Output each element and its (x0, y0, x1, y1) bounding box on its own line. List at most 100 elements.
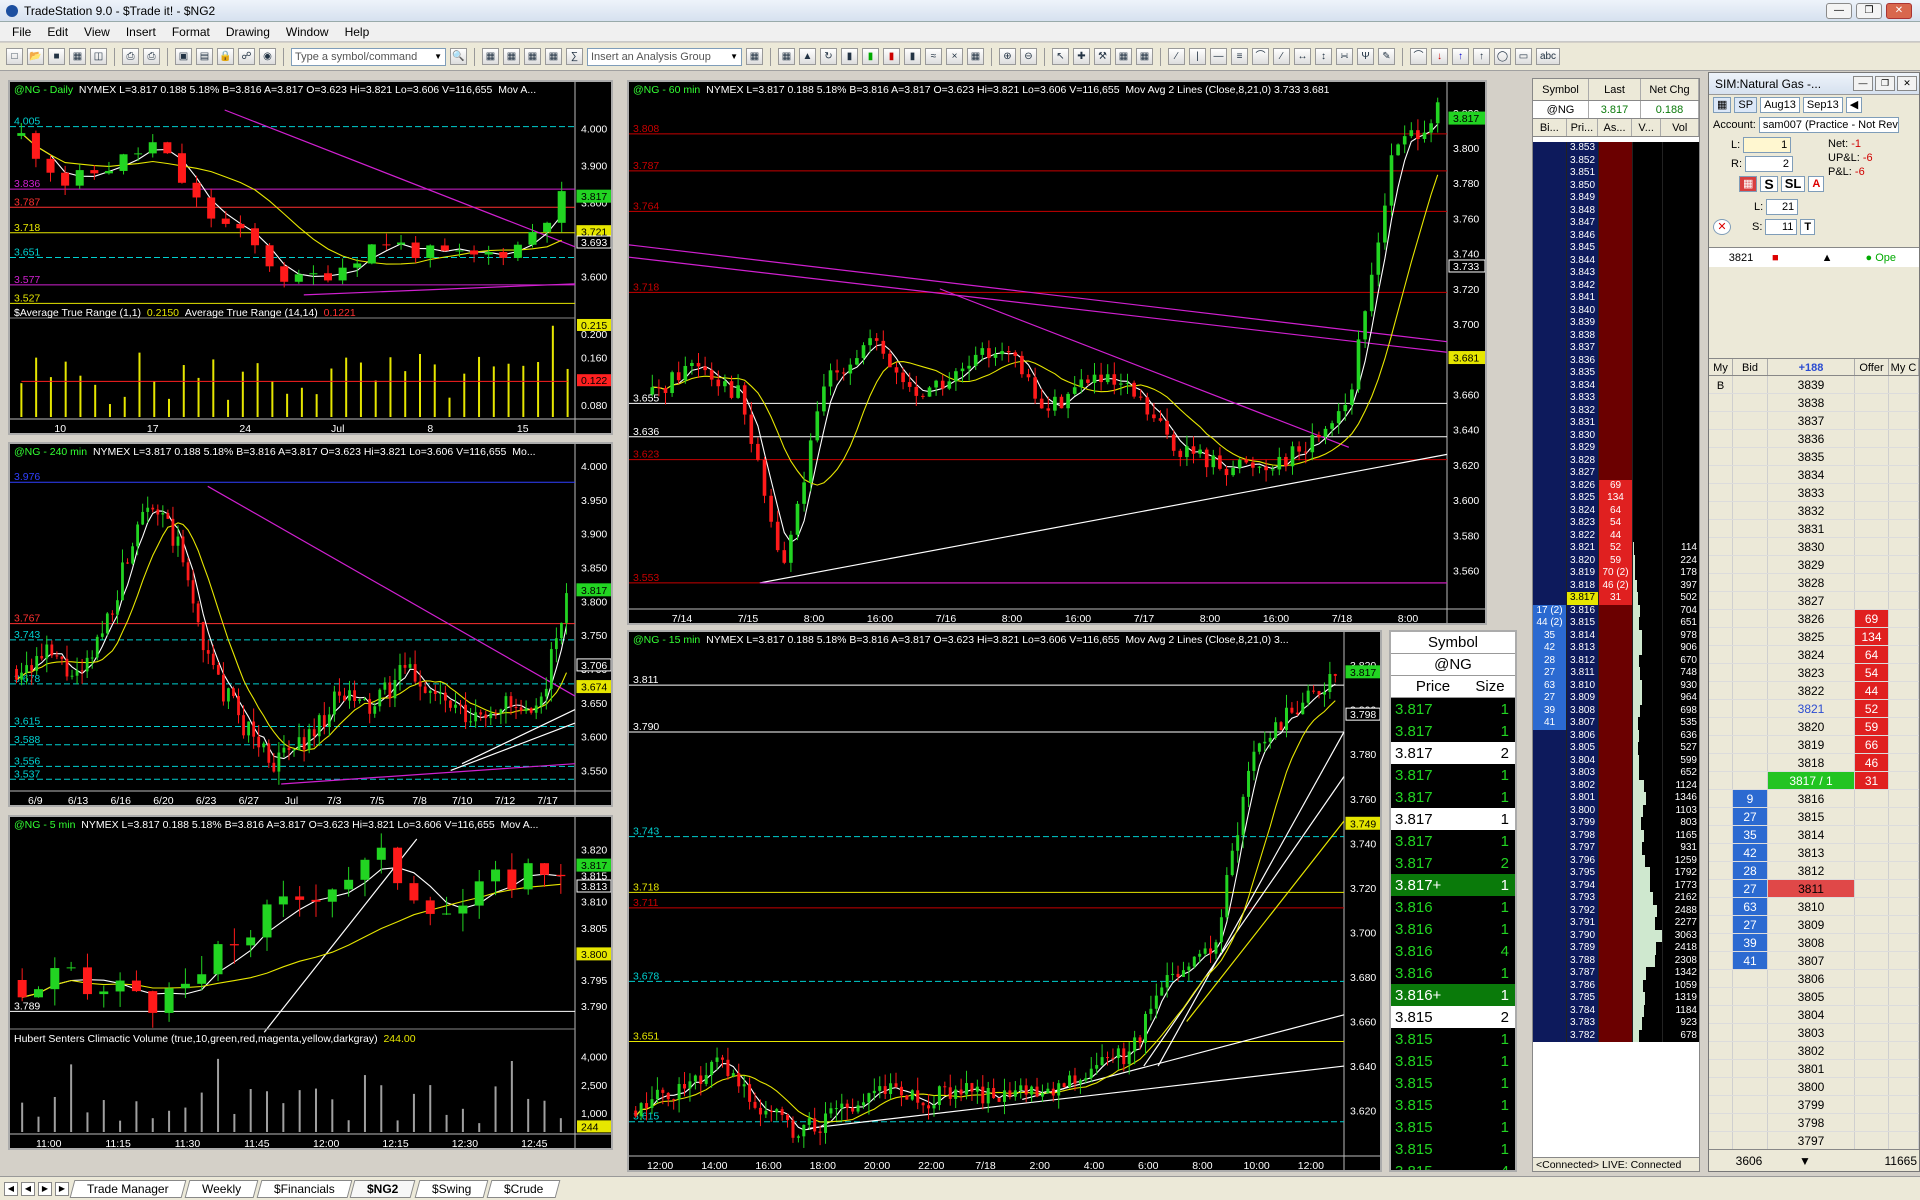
md-row[interactable]: 3.830 (1533, 429, 1699, 442)
ladder-mybid[interactable] (1709, 772, 1733, 789)
chart-60min[interactable]: 3.8203.8003.7803.7603.7403.7203.7003.680… (627, 80, 1487, 625)
ladder-bid[interactable]: 41 (1733, 952, 1768, 969)
md-row[interactable]: 3.787 1342 (1533, 967, 1699, 980)
ladder-myoffer[interactable] (1889, 700, 1919, 717)
md-row[interactable]: 3.823 54 (1533, 517, 1699, 530)
ladder-bid[interactable] (1733, 1006, 1768, 1023)
ladder-mybid[interactable] (1709, 1042, 1733, 1059)
ladder-mybid[interactable] (1709, 484, 1733, 501)
ladder-price[interactable]: 3814 (1768, 826, 1855, 843)
ladder-mybid[interactable] (1709, 394, 1733, 411)
lock-icon[interactable]: 🔒 (217, 48, 234, 65)
ladder-bid[interactable] (1733, 574, 1768, 591)
ellipse-icon[interactable]: ◯ (1494, 48, 1511, 65)
md-row[interactable]: 3.789 2418 (1533, 942, 1699, 955)
chart-daily-canvas[interactable]: 4.0003.9003.8003.7003.6004.0053.8363.787… (10, 82, 613, 435)
md-row[interactable]: 3.799 803 (1533, 817, 1699, 830)
radar-icon[interactable]: ▦ (503, 48, 520, 65)
ladder-row[interactable]: 3823 54 (1709, 664, 1919, 682)
tab-crude[interactable]: $Crude (486, 1179, 561, 1198)
ladder-price[interactable]: 3832 (1768, 502, 1855, 519)
channel-icon[interactable]: ∕ (1273, 48, 1290, 65)
print-icon[interactable]: ⎙ (122, 48, 139, 65)
ladder-mybid[interactable] (1709, 826, 1733, 843)
trendline-icon[interactable]: ∕ (1168, 48, 1185, 65)
ladder-offer[interactable] (1855, 1024, 1889, 1041)
pen-icon[interactable]: ✎ (1378, 48, 1395, 65)
ladder-offer[interactable] (1855, 592, 1889, 609)
md-row[interactable]: 42 3.813 906 (1533, 642, 1699, 655)
ladder-price[interactable]: 3836 (1768, 430, 1855, 447)
md-row[interactable]: 3.784 1184 (1533, 1004, 1699, 1017)
candle-green-icon[interactable]: ▮ (862, 48, 879, 65)
ladder-row[interactable]: 63 3810 (1709, 898, 1919, 916)
ladder-mybid[interactable] (1709, 952, 1733, 969)
ladder-offer[interactable] (1855, 394, 1889, 411)
matrix-scroll-right-icon[interactable]: ◀ (1845, 97, 1863, 113)
ladder-offer[interactable] (1855, 1096, 1889, 1113)
md-row[interactable]: 44 (2) 3.815 651 (1533, 617, 1699, 630)
ladder-myoffer[interactable] (1889, 412, 1919, 429)
ladder-mybid[interactable] (1709, 844, 1733, 861)
ladder-row[interactable]: 3800 (1709, 1078, 1919, 1096)
ladder-offer[interactable] (1855, 934, 1889, 951)
matrix-l2-input[interactable]: 21 (1766, 199, 1799, 215)
ladder-row[interactable]: 3822 44 (1709, 682, 1919, 700)
ladder-bid[interactable] (1733, 682, 1768, 699)
md-col-v[interactable]: V... (1632, 119, 1662, 136)
matrix-center-down-icon[interactable]: ▼ (1799, 1154, 1811, 1168)
ladder-mybid[interactable] (1709, 790, 1733, 807)
ladder-myoffer[interactable] (1889, 376, 1919, 393)
ladder-row[interactable]: 3831 (1709, 520, 1919, 538)
ladder-bid[interactable] (1733, 376, 1768, 393)
ladder-offer[interactable] (1855, 1132, 1889, 1149)
ladder-myoffer[interactable] (1889, 1096, 1919, 1113)
md-row[interactable]: 3.832 (1533, 404, 1699, 417)
md-row[interactable]: 3.820 59 224 (1533, 554, 1699, 567)
ladder-offer[interactable]: 46 (1855, 754, 1889, 771)
arrow-up-blue-icon[interactable]: ↑ (1452, 48, 1469, 65)
ladder-bid[interactable]: 9 (1733, 790, 1768, 807)
ladder-mybid[interactable] (1709, 970, 1733, 987)
ladder-price[interactable]: 3807 (1768, 952, 1855, 969)
tools-icon[interactable]: ⚒ (1094, 48, 1111, 65)
md-row[interactable]: 3.852 (1533, 154, 1699, 167)
ladder-price[interactable]: 3812 (1768, 862, 1855, 879)
md-row[interactable]: 3.845 (1533, 242, 1699, 255)
ladder-price[interactable]: 3825 (1768, 628, 1855, 645)
text-icon[interactable]: abc (1536, 48, 1560, 65)
ladder-mybid[interactable] (1709, 502, 1733, 519)
ladder-myoffer[interactable] (1889, 430, 1919, 447)
andrews-pitchfork-icon[interactable]: Ψ (1357, 48, 1374, 65)
ladder-row[interactable]: 27 3815 (1709, 808, 1919, 826)
matrix-flag-icon[interactable]: ■ (1772, 252, 1779, 264)
ladder-mybid[interactable] (1709, 592, 1733, 609)
md-row[interactable]: 3.819 70 (2) 178 (1533, 567, 1699, 580)
ladder-bid[interactable] (1733, 502, 1768, 519)
ladder-myoffer[interactable] (1889, 646, 1919, 663)
ladder-myoffer[interactable] (1889, 1078, 1919, 1095)
ladder-bid[interactable] (1733, 1114, 1768, 1131)
md-row[interactable]: 3.821 52 114 (1533, 542, 1699, 555)
ladder-price[interactable]: 3809 (1768, 916, 1855, 933)
ladder-mybid[interactable] (1709, 1096, 1733, 1113)
md-row[interactable]: 3.849 (1533, 192, 1699, 205)
matrix-t-button[interactable]: T (1800, 219, 1816, 235)
ladder-bid[interactable] (1733, 772, 1768, 789)
ladder-bid[interactable] (1733, 718, 1768, 735)
window-icon[interactable]: ▣ (175, 48, 192, 65)
tab-last-icon[interactable]: ▶ (55, 1181, 69, 1196)
chart-240min-canvas[interactable]: 4.0003.9503.9003.8503.8003.7503.7003.650… (10, 444, 613, 807)
menu-file[interactable]: File (4, 25, 39, 39)
md-row[interactable]: 3.843 (1533, 267, 1699, 280)
md-row[interactable]: 3.797 931 (1533, 842, 1699, 855)
md-row[interactable]: 3.846 (1533, 229, 1699, 242)
ladder-price[interactable]: 3837 (1768, 412, 1855, 429)
ladder-bid[interactable] (1733, 754, 1768, 771)
ladder-row[interactable]: 3835 (1709, 448, 1919, 466)
ladder-myoffer[interactable] (1889, 808, 1919, 825)
ladder-row[interactable]: 3836 (1709, 430, 1919, 448)
md-row[interactable]: 3.824 64 (1533, 504, 1699, 517)
ladder-offer[interactable] (1855, 970, 1889, 987)
ladder-row[interactable]: 3828 (1709, 574, 1919, 592)
